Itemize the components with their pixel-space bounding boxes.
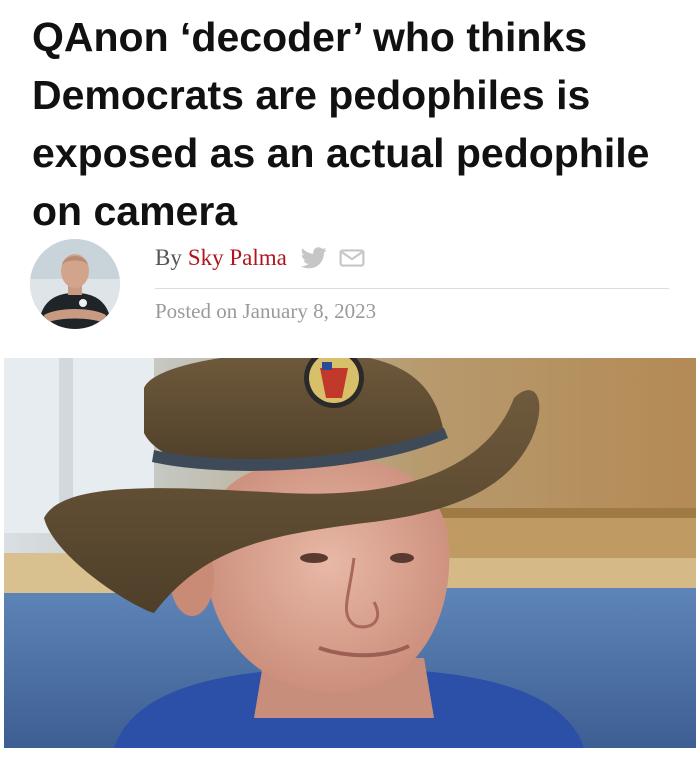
author-link[interactable]: Sky Palma [188,245,287,271]
posted-date: Posted on January 8, 2023 [155,299,377,323]
article-page: QAnon ‘decoder’ who thinks Democrats are… [0,0,700,759]
byline-divider [155,288,669,289]
twitter-icon[interactable] [300,247,327,269]
hero-image [4,358,696,748]
author-avatar[interactable] [30,239,120,329]
hero-image-drawing [4,358,696,748]
byline: By Sky Palma [155,245,365,271]
article-headline: QAnon ‘decoder’ who thinks Democrats are… [32,14,650,234]
author-avatar-image [30,239,120,329]
email-icon[interactable] [339,247,365,269]
byline-prefix: By [155,245,182,270]
page-bottom-edge [0,748,700,759]
